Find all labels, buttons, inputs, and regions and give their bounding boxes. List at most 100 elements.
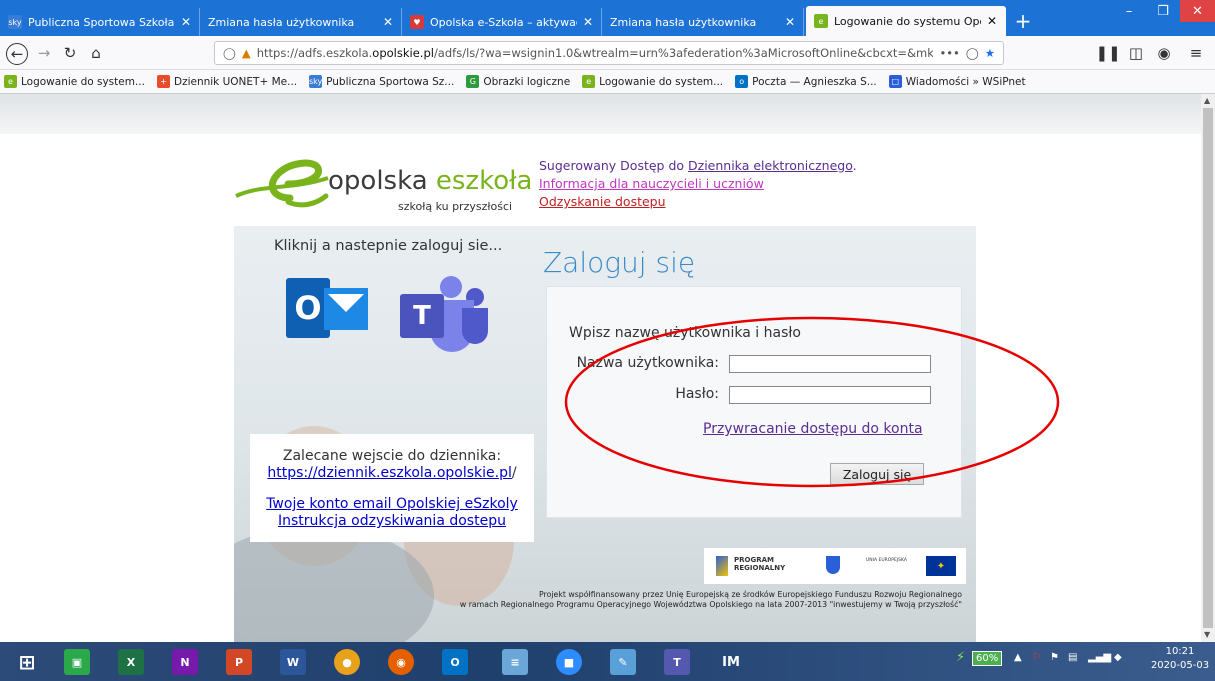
eu-flag-icon: ✦ (926, 556, 956, 576)
sidebar-icon[interactable]: ◫ (1126, 43, 1146, 63)
tab-title: Opolska e-Szkoła – aktywacja k (430, 15, 577, 29)
onenote-icon[interactable]: N (172, 649, 198, 675)
bookmark-item[interactable]: □ Wiadomości » WSiPnet (888, 75, 1026, 88)
im-icon[interactable]: IM (718, 649, 744, 675)
powerpoint-icon[interactable]: P (226, 649, 252, 675)
close-icon[interactable]: ✕ (583, 15, 593, 29)
url-slash: / (511, 465, 517, 481)
store-icon[interactable]: ▣ (64, 649, 90, 675)
signal-icon[interactable]: ▂▄▆ (1088, 652, 1111, 663)
close-icon[interactable]: ✕ (785, 15, 795, 29)
outlook-icon[interactable]: O (286, 272, 368, 348)
annotation-ellipse (564, 316, 1060, 488)
recommended-text: Zalecane wejscie do dziennika: (282, 448, 502, 464)
scroll-up-icon[interactable]: ▲ (1204, 96, 1210, 105)
clock-time: 10:21 (1165, 646, 1195, 657)
dziennik-url-link[interactable]: https://dziennik.eszkola.opolskie.pl (267, 465, 512, 481)
close-icon[interactable]: ✕ (383, 15, 393, 29)
clock-date: 2020-05-03 (1150, 660, 1210, 671)
bookmark-item[interactable]: e Logowanie do system... (4, 75, 145, 88)
paint-icon[interactable]: ✎ (610, 649, 636, 675)
tab-zmiana-hasla-2[interactable]: Zmiana hasła użytkownika ✕ (602, 8, 804, 36)
heart-icon: ♥ (410, 15, 424, 29)
page-actions-icon[interactable]: ••• (939, 46, 959, 60)
network-icon[interactable]: ▤ (1068, 652, 1077, 663)
bookmark-item[interactable]: o Poczta — Agnieszka S... (735, 75, 877, 88)
close-icon[interactable]: ✕ (181, 15, 191, 29)
chrome-icon[interactable]: ● (334, 649, 360, 675)
tab-title: Logowanie do systemu Opolsk (834, 14, 981, 28)
new-tab-button[interactable]: + (1010, 8, 1036, 34)
acrobat-icon[interactable]: ⚐ (1032, 652, 1041, 663)
close-icon[interactable]: ✕ (987, 14, 997, 28)
info-link[interactable]: Informacja dla nauczycieli i uczniów (539, 176, 764, 191)
g-icon: G (466, 75, 480, 88)
eszkola-logo-icon (235, 159, 329, 208)
login-heading: Zaloguj się (543, 246, 696, 279)
bookmark-item[interactable]: + Dziennik UONET+ Me... (156, 75, 297, 88)
teams-taskbar-icon[interactable]: T (664, 649, 690, 675)
address-bar[interactable]: ◯ ▲ https://adfs.eszkola.opolskie.pl/adf… (214, 41, 1004, 65)
dziennik-link[interactable]: Dziennika elektronicznego (688, 158, 853, 173)
forward-arrow-icon[interactable]: → (34, 43, 54, 63)
click-instruction: Kliknij a nastepnie zaloguj sie... (274, 238, 503, 254)
message-icon: □ (888, 75, 902, 88)
teams-icon[interactable]: T (400, 276, 490, 352)
tray-expand-icon[interactable]: ▲ (1014, 652, 1022, 663)
bookmark-item[interactable]: G Obrazki logiczne (466, 75, 570, 88)
pocket-icon[interactable]: ◯ (966, 46, 979, 60)
project-info: Projekt współfinansowany przez Unię Euro… (234, 590, 976, 610)
recover-access-link[interactable]: Odzyskanie dostepu (539, 194, 666, 209)
shield-icon: ◯ (223, 46, 236, 60)
battery-percent[interactable]: 60% (972, 651, 1003, 666)
opole-crest-icon (826, 556, 840, 574)
recommended-box: Zalecane wejscie do dziennika: https://d… (250, 434, 534, 542)
menu-icon[interactable]: ≡ (1186, 43, 1206, 63)
tab-opolska-aktywacja[interactable]: ♥ Opolska e-Szkoła – aktywacja k ✕ (402, 8, 602, 36)
recovery-instructions-link[interactable]: Instrukcja odzyskiwania dostepu (278, 513, 506, 529)
library-icon[interactable]: ❚❚ (1095, 43, 1120, 63)
excel-icon[interactable]: X (118, 649, 144, 675)
bookmark-label: Poczta — Agnieszka S... (752, 75, 877, 88)
tab-publiczna[interactable]: sky Publiczna Sportowa Szkoła Pod ✕ (0, 8, 200, 36)
notepad-icon[interactable]: ≡ (502, 649, 528, 675)
star-icon[interactable]: ★ (985, 46, 995, 60)
url-text[interactable]: https://adfs.eszkola.opolskie.pl/adfs/ls… (257, 46, 934, 60)
reload-icon[interactable]: ↻ (60, 43, 80, 63)
flag-icon[interactable]: ⚑ (1050, 652, 1059, 663)
eu-logos: PROGRAM REGIONALNY UNIA EUROPEJSKA ✦ (704, 548, 966, 584)
page-scrollbar[interactable]: ▲ ▼ (1201, 94, 1215, 642)
program-title: PROGRAM (734, 556, 774, 564)
email-account-link[interactable]: Twoje konto email Opolskiej eSzkoly (266, 496, 518, 512)
program-sub: REGIONALNY (734, 564, 786, 572)
outlook-icon: o (735, 75, 749, 88)
home-icon[interactable]: ⌂ (86, 43, 106, 63)
scrollbar-thumb[interactable] (1203, 108, 1213, 628)
restore-icon[interactable]: ❐ (1146, 0, 1180, 22)
eszkola-icon: e (582, 75, 596, 88)
minimize-icon[interactable]: – (1112, 0, 1146, 22)
bookmark-item[interactable]: sky Publiczna Sportowa Sz... (309, 75, 454, 88)
lock-icon: ▲ (241, 46, 251, 60)
account-icon[interactable]: ◉ (1154, 43, 1174, 63)
sky-icon: sky (8, 15, 22, 29)
tab-logowanie-active[interactable]: e Logowanie do systemu Opolsk ✕ (806, 6, 1006, 36)
logo-brand-a: opolska (328, 166, 436, 196)
window-close-icon[interactable]: ✕ (1180, 0, 1215, 22)
windows-start-icon[interactable]: ⊞ (14, 649, 40, 675)
sugg-text: Sugerowany Dostęp do (539, 158, 689, 173)
bookmark-label: Obrazki logiczne (483, 75, 571, 88)
clock[interactable]: 10:21 2020-05-03 (1150, 645, 1210, 673)
opolska-eszkola-logo: opolska eszkoła szkołą ku przyszłości (232, 154, 532, 224)
firefox-icon[interactable]: ◉ (388, 649, 414, 675)
zoom-icon[interactable]: ■ (556, 649, 582, 675)
bookmark-item[interactable]: e Logowanie do system... (582, 75, 723, 88)
battery-plug-icon: ⚡ (956, 650, 966, 665)
volume-icon[interactable]: ◆ (1114, 652, 1122, 663)
tab-title: Zmiana hasła użytkownika (208, 15, 355, 29)
scroll-down-icon[interactable]: ▼ (1204, 630, 1210, 639)
outlook-taskbar-icon[interactable]: O (442, 649, 468, 675)
word-icon[interactable]: W (280, 649, 306, 675)
tab-zmiana-hasla-1[interactable]: Zmiana hasła użytkownika ✕ (200, 8, 402, 36)
back-arrow-icon[interactable]: ← (6, 43, 28, 65)
